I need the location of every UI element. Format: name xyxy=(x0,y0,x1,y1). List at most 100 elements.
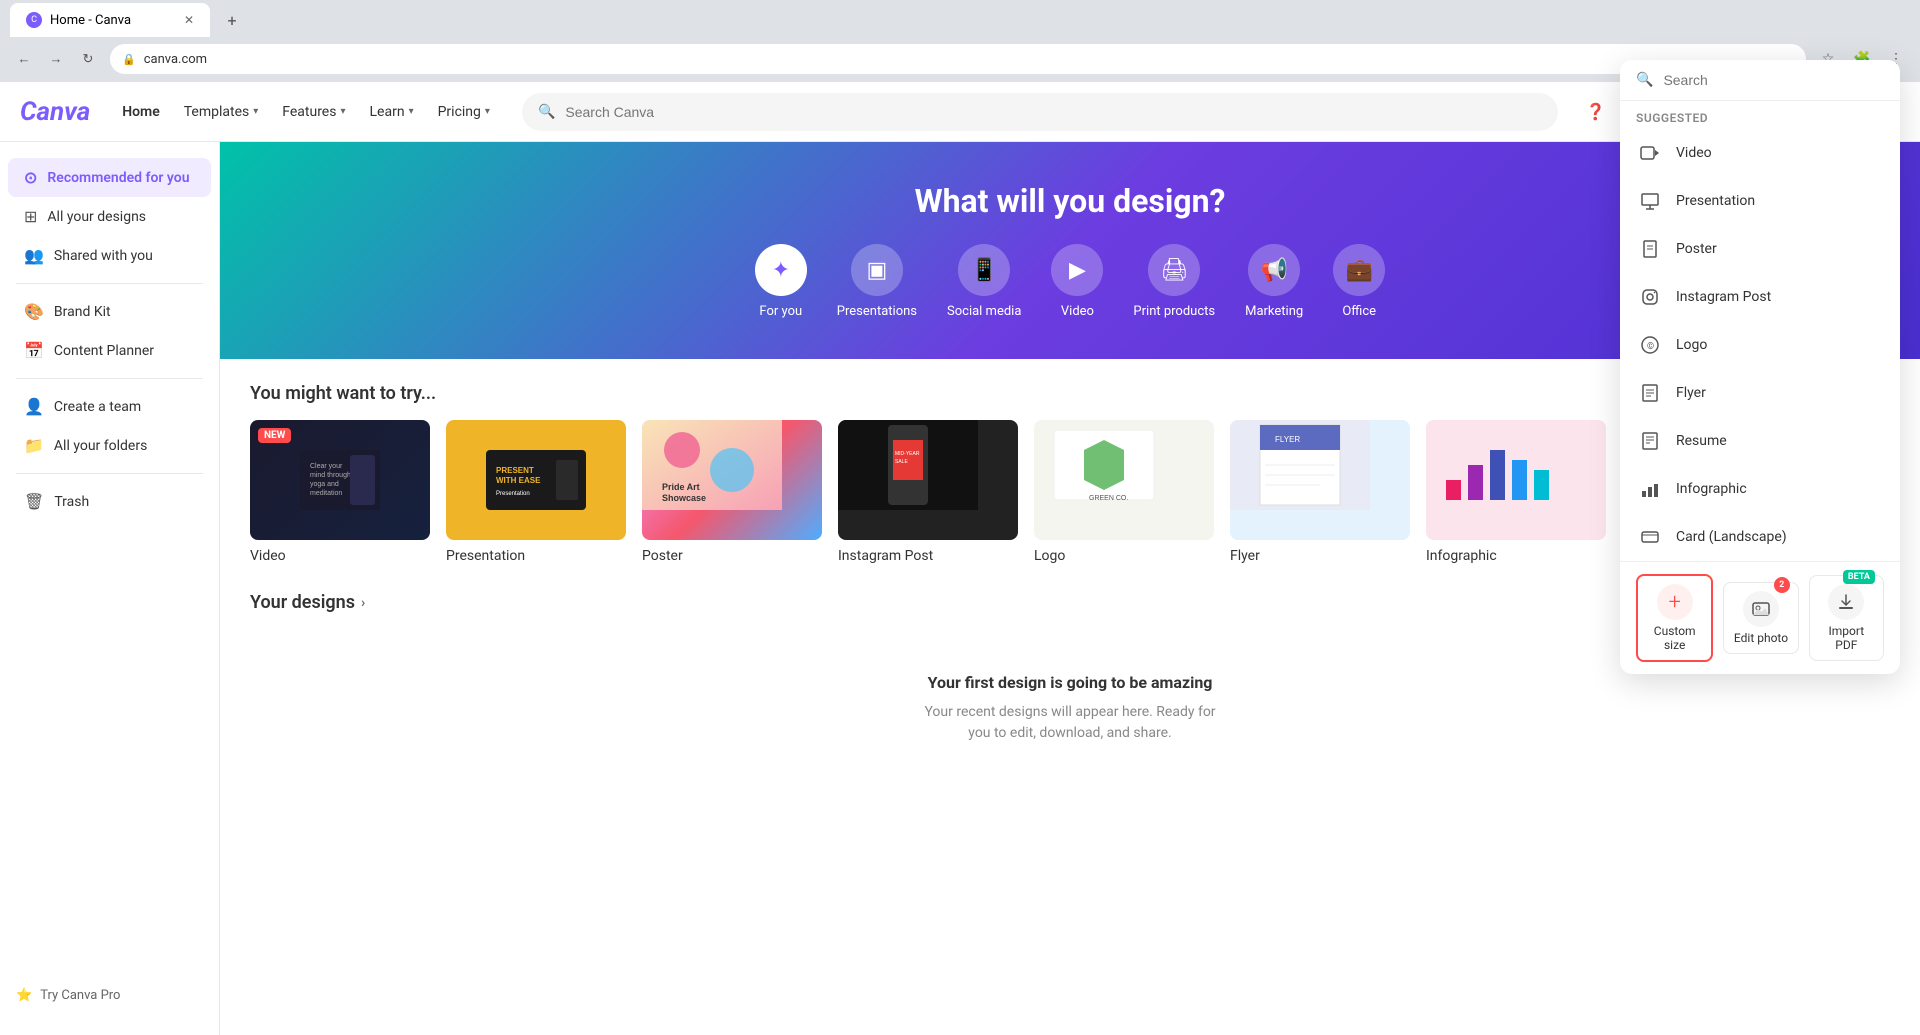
browser-tab[interactable]: C Home - Canva ✕ xyxy=(10,3,210,37)
dropdown-search-bar[interactable]: 🔍 xyxy=(1620,60,1900,101)
cat-social-media[interactable]: 📱 Social media xyxy=(947,244,1021,319)
sidebar-divider-1 xyxy=(16,283,203,284)
card-thumb-logo: GREEN CO. xyxy=(1034,420,1214,540)
help-button[interactable]: ❓ xyxy=(1578,94,1614,130)
sidebar-item-brand[interactable]: 🎨 Brand Kit xyxy=(8,292,211,331)
video-thumb-svg: Clear your mind through yoga and meditat… xyxy=(300,450,380,510)
cat-circle-presentations: ▣ xyxy=(851,244,903,296)
cat-video[interactable]: ▶ Video xyxy=(1051,244,1103,319)
nav-features[interactable]: Features ▾ xyxy=(270,96,357,128)
search-bar[interactable]: 🔍 xyxy=(522,93,1558,131)
browser-chrome: C Home - Canva ✕ + xyxy=(0,0,1920,40)
svg-text:meditation: meditation xyxy=(310,490,342,497)
sidebar-item-shared[interactable]: 👥 Shared with you xyxy=(8,236,211,275)
svg-text:GREEN CO.: GREEN CO. xyxy=(1089,495,1128,502)
dropdown-item-logo[interactable]: © Logo xyxy=(1620,321,1900,369)
instagram-thumb-svg: MID-YEAR SALE xyxy=(838,420,978,510)
sidebar-item-folders[interactable]: 📁 All your folders xyxy=(8,426,211,465)
cat-label-office: Office xyxy=(1342,304,1376,319)
canva-logo[interactable]: Canva xyxy=(20,97,90,127)
nav-home[interactable]: Home xyxy=(110,96,172,128)
dropdown-item-poster[interactable]: Poster xyxy=(1620,225,1900,273)
address-field[interactable]: 🔒 canva.com xyxy=(110,44,1806,74)
card-video[interactable]: NEW Clear your mind through yoga and med… xyxy=(250,420,430,564)
hero-title: What will you design? xyxy=(915,182,1226,220)
card-instagram-post[interactable]: MID-YEAR SALE Instagram Post xyxy=(838,420,1018,564)
cat-for-you[interactable]: ✦ For you xyxy=(755,244,807,319)
card-label-video: Video xyxy=(250,548,430,564)
refresh-button[interactable]: ↻ xyxy=(74,45,102,73)
forward-button[interactable]: → xyxy=(42,45,70,73)
import-pdf-action[interactable]: BETA Import PDF xyxy=(1809,575,1884,661)
sidebar-item-all-designs[interactable]: ⊞ All your designs xyxy=(8,197,211,236)
dropdown-item-card[interactable]: Card (Landscape) xyxy=(1620,513,1900,561)
sidebar-label-shared: Shared with you xyxy=(54,248,153,264)
your-designs-chevron-icon: › xyxy=(361,595,365,611)
card-infographic[interactable]: Infographic xyxy=(1426,420,1606,564)
dropdown-search-input[interactable] xyxy=(1663,72,1884,88)
custom-size-action[interactable]: + Custom size xyxy=(1636,574,1713,662)
search-input[interactable] xyxy=(565,104,1541,120)
search-icon: 🔍 xyxy=(538,104,555,120)
folders-icon: 📁 xyxy=(24,436,44,455)
card-thumb-infographic xyxy=(1426,420,1606,540)
try-pro-button[interactable]: ⭐ Try Canva Pro xyxy=(0,978,220,1013)
edit-photo-action[interactable]: 2 Edit photo xyxy=(1723,582,1798,654)
sidebar-item-recommended[interactable]: ⊙ Recommended for you xyxy=(8,158,211,197)
card-label-presentation: Presentation xyxy=(446,548,626,564)
dropdown-item-presentation[interactable]: Presentation xyxy=(1620,177,1900,225)
nav-templates[interactable]: Templates ▾ xyxy=(172,96,271,128)
features-chevron-icon: ▾ xyxy=(340,106,345,117)
sidebar-label-trash: Trash xyxy=(54,494,89,510)
sidebar-label-brand: Brand Kit xyxy=(54,304,111,320)
sidebar-label-planner: Content Planner xyxy=(54,343,154,359)
dropdown-instagram-icon xyxy=(1636,283,1664,311)
cat-office[interactable]: 💼 Office xyxy=(1333,244,1385,319)
card-presentation[interactable]: PRESENT WITH EASE Presentation Presentat… xyxy=(446,420,626,564)
dropdown-item-infographic[interactable]: Infographic xyxy=(1620,465,1900,513)
cat-presentations[interactable]: ▣ Presentations xyxy=(837,244,917,319)
svg-text:MID-YEAR: MID-YEAR xyxy=(895,451,920,457)
nav-pricing[interactable]: Pricing ▾ xyxy=(426,96,502,128)
card-label-infographic: Infographic xyxy=(1426,548,1606,564)
dropdown-item-video[interactable]: Video xyxy=(1620,129,1900,177)
dropdown-item-flyer[interactable]: Flyer xyxy=(1620,369,1900,417)
dropdown-label-presentation: Presentation xyxy=(1676,193,1755,209)
back-button[interactable]: ← xyxy=(10,45,38,73)
card-thumb-video: NEW Clear your mind through yoga and med… xyxy=(250,420,430,540)
sidebar-item-planner[interactable]: 📅 Content Planner xyxy=(8,331,211,370)
cat-print[interactable]: 🖨 Print products xyxy=(1133,244,1215,319)
cat-marketing[interactable]: 📢 Marketing xyxy=(1245,244,1303,319)
dropdown-presentation-icon xyxy=(1636,187,1664,215)
import-pdf-icon xyxy=(1828,584,1864,620)
sidebar-item-team[interactable]: 👤 Create a team xyxy=(8,387,211,426)
dropdown-section-label: Suggested xyxy=(1620,101,1900,129)
tab-close-button[interactable]: ✕ xyxy=(184,13,194,27)
dropdown-card-icon xyxy=(1636,523,1664,551)
planner-icon: 📅 xyxy=(24,341,44,360)
sidebar-item-trash[interactable]: 🗑 Trash xyxy=(8,482,211,521)
dropdown-item-resume[interactable]: Resume xyxy=(1620,417,1900,465)
cat-label-for-you: For you xyxy=(759,304,802,319)
dropdown-bottom-actions: + Custom size 2 Edit photo BETA Import P… xyxy=(1620,561,1900,674)
sidebar-label-team: Create a team xyxy=(54,399,141,415)
browser-nav-buttons: ← → ↻ xyxy=(10,45,102,73)
dropdown-label-flyer: Flyer xyxy=(1676,385,1706,401)
new-tab-button[interactable]: + xyxy=(218,6,246,34)
dropdown-resume-icon xyxy=(1636,427,1664,455)
cat-circle-for-you: ✦ xyxy=(755,244,807,296)
tab-favicon: C xyxy=(26,12,42,28)
card-thumb-poster: Pride Art Showcase xyxy=(642,420,822,540)
cat-circle-marketing: 📢 xyxy=(1248,244,1300,296)
dropdown-label-card: Card (Landscape) xyxy=(1676,529,1787,545)
tab-title: Home - Canva xyxy=(50,13,131,28)
templates-chevron-icon: ▾ xyxy=(253,106,258,117)
dropdown-item-instagram[interactable]: Instagram Post xyxy=(1620,273,1900,321)
cat-label-print: Print products xyxy=(1133,304,1215,319)
card-flyer[interactable]: FLYER Flyer xyxy=(1230,420,1410,564)
card-thumb-flyer: FLYER xyxy=(1230,420,1410,540)
nav-learn[interactable]: Learn ▾ xyxy=(358,96,426,128)
svg-text:Pride Art: Pride Art xyxy=(662,482,700,492)
card-logo[interactable]: GREEN CO. Logo xyxy=(1034,420,1214,564)
card-poster[interactable]: Pride Art Showcase Poster xyxy=(642,420,822,564)
